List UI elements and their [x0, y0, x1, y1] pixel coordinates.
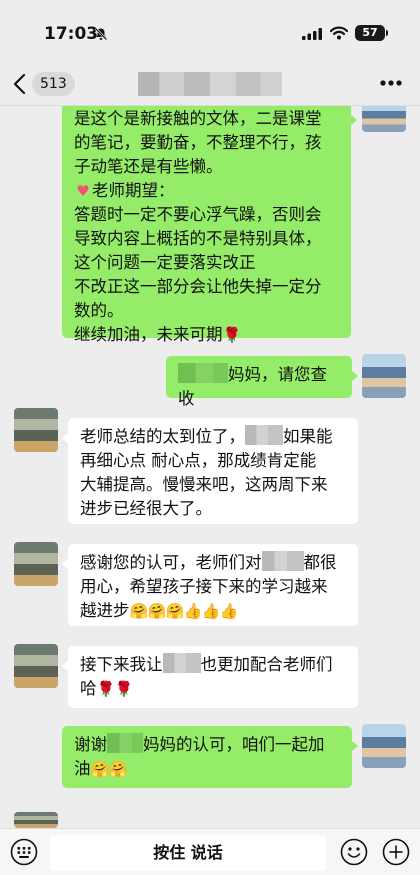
hug-emoji: 🤗: [129, 602, 149, 620]
chat-title-redacted: [138, 72, 282, 96]
bell-slash-icon: [94, 27, 108, 41]
rose-emoji: 🌹: [114, 680, 134, 698]
thumbs-up-emoji: 👍: [219, 602, 239, 620]
hug-emoji: 🤗: [147, 602, 167, 620]
hug-emoji: 🤗: [90, 760, 110, 778]
chat-header: 513: [0, 64, 420, 106]
avatar[interactable]: [362, 106, 406, 132]
message-bubble[interactable]: 谢谢 妈妈的认可，咱们一起加 油🤗🤗: [62, 726, 358, 788]
message-bubble[interactable]: 老师总结的太到位了， 如果能 再细心点 耐心点，那成绩肯定能 大辅提高。慢慢来吧，…: [62, 418, 358, 524]
wifi-icon: [330, 26, 348, 40]
heart-emoji: ♥: [76, 182, 90, 200]
redacted-name: [162, 653, 201, 673]
hug-emoji: 🤗: [108, 760, 128, 778]
message-bubble[interactable]: 接下来我让 也更加配合老师们 哈🌹🌹: [62, 646, 358, 708]
avatar[interactable]: [14, 542, 58, 586]
message-bubble[interactable]: 感谢您的认可，老师们对 都很 用心，希望孩子接下来的学习越来 越进步🤗🤗🤗👍👍👍: [62, 544, 358, 626]
message-bubble[interactable]: 是这个是新接触的文体，二是课堂 的笔记，要勤奋，不整理不行，孩 子动笔还是有些懒…: [62, 106, 357, 344]
emoji-icon[interactable]: [340, 838, 368, 866]
hug-emoji: 🤗: [165, 602, 185, 620]
avatar[interactable]: [14, 812, 58, 828]
rose-emoji: 🌹: [222, 326, 242, 344]
avatar[interactable]: [362, 724, 406, 768]
back-icon[interactable]: [12, 73, 28, 95]
signal-icon: [302, 28, 322, 40]
status-time: 17:03: [44, 24, 99, 44]
plus-icon[interactable]: [382, 838, 410, 866]
thumbs-up-emoji: 👍: [201, 602, 221, 620]
thumbs-up-emoji: 👍: [183, 602, 203, 620]
redacted-name: [107, 733, 143, 753]
avatar[interactable]: [14, 644, 58, 688]
battery-indicator: 57: [355, 25, 388, 41]
more-icon[interactable]: [380, 80, 402, 86]
redacted-name: [178, 363, 228, 383]
hold-to-talk-button[interactable]: 按住 说话: [50, 835, 326, 871]
avatar[interactable]: [14, 408, 58, 452]
redacted-name: [261, 551, 304, 571]
redacted-name: [245, 425, 283, 445]
status-bar: 17:03 57: [0, 0, 420, 64]
chat-messages: 是这个是新接触的文体，二是课堂 的笔记，要勤奋，不整理不行，孩 子动笔还是有些懒…: [0, 106, 420, 828]
input-bar: 按住 说话: [0, 828, 420, 875]
voice-icon[interactable]: [10, 838, 38, 866]
message-bubble[interactable]: 妈妈，请您查收: [166, 356, 358, 408]
avatar[interactable]: [362, 354, 406, 398]
rose-emoji: 🌹: [96, 680, 116, 698]
unread-count-badge[interactable]: 513: [32, 72, 75, 96]
